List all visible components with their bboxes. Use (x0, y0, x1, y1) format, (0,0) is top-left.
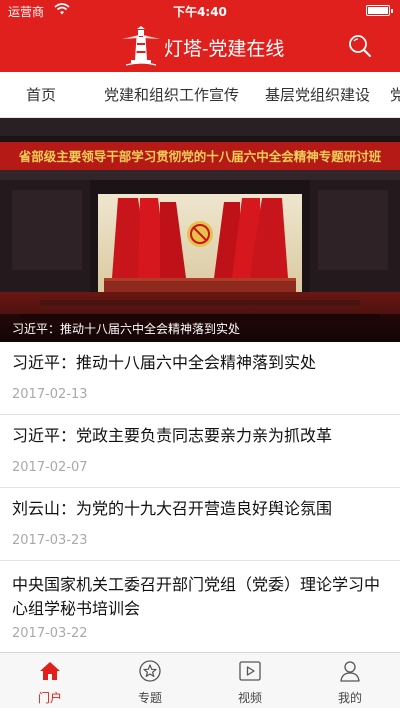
play-icon (239, 661, 261, 681)
home-icon (40, 662, 60, 680)
category-tabs: 首页 党建和组织工作宣传 基层党组织建设 党 (0, 72, 400, 118)
title-bar: 灯塔-党建在线 (0, 20, 400, 72)
tab-home[interactable]: 首页 (26, 84, 56, 105)
news-item[interactable]: 习近平：党政主要负责同志要亲力亲为抓改革 2017-02-07 (0, 415, 400, 488)
news-title: 习近平：推动十八届六中全会精神落到实处 (12, 353, 317, 372)
lighthouse-logo-icon (122, 26, 160, 66)
news-title: 中央国家机关工委召开部门党组（党委）理论学习中心组学秘书培训会 (12, 575, 381, 618)
tab-more[interactable]: 党 (390, 84, 400, 105)
bottom-tab-bar: 门户 专题 视频 我的 (0, 652, 400, 708)
battery-icon (366, 5, 393, 16)
status-bar: 运营商 下午4:40 (0, 0, 400, 20)
nav-video[interactable]: 视频 (200, 653, 300, 708)
banner-carousel[interactable]: 省部级主要领导干部学习贯彻党的十八届六中全会精神专题研讨班 习近平：推动十八届六… (0, 118, 400, 342)
banner-image: 省部级主要领导干部学习贯彻党的十八届六中全会精神专题研讨班 (0, 118, 400, 342)
tab-party-publicity[interactable]: 党建和组织工作宣传 (104, 84, 239, 105)
banner-backdrop-text: 省部级主要领导干部学习贯彻党的十八届六中全会精神专题研讨班 (18, 149, 382, 164)
banner-caption-text: 习近平：推动十八届六中全会精神落到实处 (12, 322, 241, 336)
nav-portal[interactable]: 门户 (0, 653, 100, 708)
user-icon (340, 661, 360, 682)
status-time: 下午4:40 (173, 5, 227, 19)
news-date: 2017-03-23 (12, 533, 88, 548)
news-item[interactable]: 中央国家机关工委召开部门党组（党委）理论学习中心组学秘书培训会 2017-03-… (0, 561, 400, 652)
tab-grassroots[interactable]: 基层党组织建设 (265, 84, 370, 105)
news-date: 2017-03-22 (12, 626, 88, 641)
news-title: 习近平：党政主要负责同志要亲力亲为抓改革 (12, 426, 333, 445)
nav-mine[interactable]: 我的 (300, 653, 400, 708)
news-item[interactable]: 刘云山：为党的十九大召开营造良好舆论氛围 2017-03-23 (0, 488, 400, 561)
news-item[interactable]: 习近平：推动十八届六中全会精神落到实处 2017-02-13 (0, 342, 400, 415)
nav-portal-label: 门户 (37, 691, 62, 705)
star-icon (139, 660, 161, 682)
nav-topics[interactable]: 专题 (100, 653, 200, 708)
nav-topics-label: 专题 (137, 691, 162, 705)
app-header: 运营商 下午4:40 灯塔-党建在线 (0, 0, 400, 72)
nav-video-label: 视频 (237, 691, 262, 705)
app-title: 灯塔-党建在线 (164, 38, 285, 60)
search-icon[interactable] (346, 32, 374, 60)
nav-mine-label: 我的 (337, 691, 362, 705)
news-date: 2017-02-07 (12, 460, 88, 475)
news-title: 刘云山：为党的十九大召开营造良好舆论氛围 (12, 499, 333, 518)
news-date: 2017-02-13 (12, 387, 88, 402)
banner-caption: 习近平：推动十八届六中全会精神落到实处 (0, 314, 400, 342)
